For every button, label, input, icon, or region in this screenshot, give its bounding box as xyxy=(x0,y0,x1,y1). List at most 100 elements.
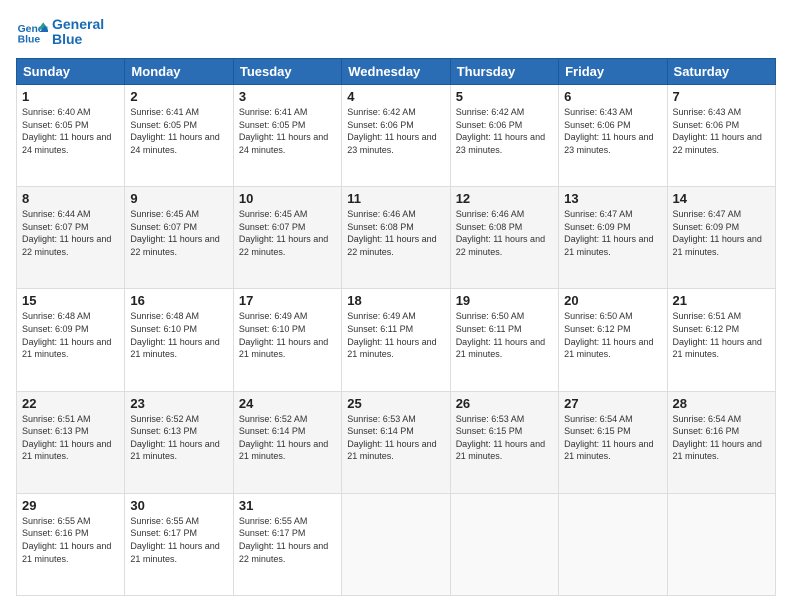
day-number: 11 xyxy=(347,191,444,206)
calendar-cell xyxy=(450,493,558,595)
calendar-cell: 11 Sunrise: 6:46 AM Sunset: 6:08 PM Dayl… xyxy=(342,187,450,289)
calendar-cell: 25 Sunrise: 6:53 AM Sunset: 6:14 PM Dayl… xyxy=(342,391,450,493)
calendar-cell: 28 Sunrise: 6:54 AM Sunset: 6:16 PM Dayl… xyxy=(667,391,775,493)
day-number: 13 xyxy=(564,191,661,206)
day-number: 1 xyxy=(22,89,119,104)
day-number: 20 xyxy=(564,293,661,308)
day-info: Sunrise: 6:43 AM Sunset: 6:06 PM Dayligh… xyxy=(564,106,661,156)
column-header-thursday: Thursday xyxy=(450,59,558,85)
day-info: Sunrise: 6:47 AM Sunset: 6:09 PM Dayligh… xyxy=(673,208,770,258)
svg-text:Blue: Blue xyxy=(18,34,41,45)
day-info: Sunrise: 6:48 AM Sunset: 6:09 PM Dayligh… xyxy=(22,310,119,360)
day-info: Sunrise: 6:54 AM Sunset: 6:15 PM Dayligh… xyxy=(564,413,661,463)
calendar-cell: 6 Sunrise: 6:43 AM Sunset: 6:06 PM Dayli… xyxy=(559,85,667,187)
calendar-cell: 30 Sunrise: 6:55 AM Sunset: 6:17 PM Dayl… xyxy=(125,493,233,595)
day-info: Sunrise: 6:45 AM Sunset: 6:07 PM Dayligh… xyxy=(239,208,336,258)
calendar-cell: 23 Sunrise: 6:52 AM Sunset: 6:13 PM Dayl… xyxy=(125,391,233,493)
calendar-week-3: 15 Sunrise: 6:48 AM Sunset: 6:09 PM Dayl… xyxy=(17,289,776,391)
calendar-body: 1 Sunrise: 6:40 AM Sunset: 6:05 PM Dayli… xyxy=(17,85,776,596)
calendar-cell: 21 Sunrise: 6:51 AM Sunset: 6:12 PM Dayl… xyxy=(667,289,775,391)
day-number: 2 xyxy=(130,89,227,104)
page: General Blue General Blue SundayMondayTu… xyxy=(0,0,792,612)
day-number: 21 xyxy=(673,293,770,308)
day-number: 16 xyxy=(130,293,227,308)
day-info: Sunrise: 6:46 AM Sunset: 6:08 PM Dayligh… xyxy=(456,208,553,258)
column-header-wednesday: Wednesday xyxy=(342,59,450,85)
day-info: Sunrise: 6:50 AM Sunset: 6:11 PM Dayligh… xyxy=(456,310,553,360)
day-info: Sunrise: 6:55 AM Sunset: 6:17 PM Dayligh… xyxy=(239,515,336,565)
day-info: Sunrise: 6:41 AM Sunset: 6:05 PM Dayligh… xyxy=(130,106,227,156)
calendar-cell: 9 Sunrise: 6:45 AM Sunset: 6:07 PM Dayli… xyxy=(125,187,233,289)
calendar-cell: 4 Sunrise: 6:42 AM Sunset: 6:06 PM Dayli… xyxy=(342,85,450,187)
header: General Blue General Blue xyxy=(16,16,776,48)
calendar-table: SundayMondayTuesdayWednesdayThursdayFrid… xyxy=(16,58,776,596)
day-number: 9 xyxy=(130,191,227,206)
day-info: Sunrise: 6:42 AM Sunset: 6:06 PM Dayligh… xyxy=(456,106,553,156)
day-info: Sunrise: 6:41 AM Sunset: 6:05 PM Dayligh… xyxy=(239,106,336,156)
calendar-week-2: 8 Sunrise: 6:44 AM Sunset: 6:07 PM Dayli… xyxy=(17,187,776,289)
day-info: Sunrise: 6:55 AM Sunset: 6:16 PM Dayligh… xyxy=(22,515,119,565)
day-number: 5 xyxy=(456,89,553,104)
calendar-cell: 3 Sunrise: 6:41 AM Sunset: 6:05 PM Dayli… xyxy=(233,85,341,187)
calendar-cell: 12 Sunrise: 6:46 AM Sunset: 6:08 PM Dayl… xyxy=(450,187,558,289)
logo-text: General Blue xyxy=(52,17,104,48)
day-info: Sunrise: 6:46 AM Sunset: 6:08 PM Dayligh… xyxy=(347,208,444,258)
day-number: 25 xyxy=(347,396,444,411)
day-number: 8 xyxy=(22,191,119,206)
day-info: Sunrise: 6:54 AM Sunset: 6:16 PM Dayligh… xyxy=(673,413,770,463)
calendar-cell: 14 Sunrise: 6:47 AM Sunset: 6:09 PM Dayl… xyxy=(667,187,775,289)
day-info: Sunrise: 6:48 AM Sunset: 6:10 PM Dayligh… xyxy=(130,310,227,360)
calendar-cell: 1 Sunrise: 6:40 AM Sunset: 6:05 PM Dayli… xyxy=(17,85,125,187)
calendar-header-row: SundayMondayTuesdayWednesdayThursdayFrid… xyxy=(17,59,776,85)
day-number: 22 xyxy=(22,396,119,411)
day-number: 29 xyxy=(22,498,119,513)
calendar-week-5: 29 Sunrise: 6:55 AM Sunset: 6:16 PM Dayl… xyxy=(17,493,776,595)
day-number: 17 xyxy=(239,293,336,308)
column-header-monday: Monday xyxy=(125,59,233,85)
calendar-cell: 15 Sunrise: 6:48 AM Sunset: 6:09 PM Dayl… xyxy=(17,289,125,391)
calendar-cell: 2 Sunrise: 6:41 AM Sunset: 6:05 PM Dayli… xyxy=(125,85,233,187)
day-info: Sunrise: 6:47 AM Sunset: 6:09 PM Dayligh… xyxy=(564,208,661,258)
day-info: Sunrise: 6:52 AM Sunset: 6:13 PM Dayligh… xyxy=(130,413,227,463)
calendar-cell: 10 Sunrise: 6:45 AM Sunset: 6:07 PM Dayl… xyxy=(233,187,341,289)
calendar-cell: 20 Sunrise: 6:50 AM Sunset: 6:12 PM Dayl… xyxy=(559,289,667,391)
day-number: 12 xyxy=(456,191,553,206)
day-info: Sunrise: 6:53 AM Sunset: 6:14 PM Dayligh… xyxy=(347,413,444,463)
day-info: Sunrise: 6:55 AM Sunset: 6:17 PM Dayligh… xyxy=(130,515,227,565)
calendar-week-4: 22 Sunrise: 6:51 AM Sunset: 6:13 PM Dayl… xyxy=(17,391,776,493)
calendar-cell: 7 Sunrise: 6:43 AM Sunset: 6:06 PM Dayli… xyxy=(667,85,775,187)
logo: General Blue General Blue xyxy=(16,16,104,48)
column-header-friday: Friday xyxy=(559,59,667,85)
day-info: Sunrise: 6:45 AM Sunset: 6:07 PM Dayligh… xyxy=(130,208,227,258)
day-number: 28 xyxy=(673,396,770,411)
calendar-cell: 29 Sunrise: 6:55 AM Sunset: 6:16 PM Dayl… xyxy=(17,493,125,595)
day-number: 31 xyxy=(239,498,336,513)
calendar-cell: 17 Sunrise: 6:49 AM Sunset: 6:10 PM Dayl… xyxy=(233,289,341,391)
calendar-cell: 13 Sunrise: 6:47 AM Sunset: 6:09 PM Dayl… xyxy=(559,187,667,289)
calendar-cell: 18 Sunrise: 6:49 AM Sunset: 6:11 PM Dayl… xyxy=(342,289,450,391)
day-info: Sunrise: 6:52 AM Sunset: 6:14 PM Dayligh… xyxy=(239,413,336,463)
day-info: Sunrise: 6:50 AM Sunset: 6:12 PM Dayligh… xyxy=(564,310,661,360)
day-info: Sunrise: 6:43 AM Sunset: 6:06 PM Dayligh… xyxy=(673,106,770,156)
day-info: Sunrise: 6:44 AM Sunset: 6:07 PM Dayligh… xyxy=(22,208,119,258)
column-header-sunday: Sunday xyxy=(17,59,125,85)
day-number: 18 xyxy=(347,293,444,308)
calendar-cell: 22 Sunrise: 6:51 AM Sunset: 6:13 PM Dayl… xyxy=(17,391,125,493)
day-info: Sunrise: 6:42 AM Sunset: 6:06 PM Dayligh… xyxy=(347,106,444,156)
calendar-cell: 19 Sunrise: 6:50 AM Sunset: 6:11 PM Dayl… xyxy=(450,289,558,391)
day-number: 24 xyxy=(239,396,336,411)
day-info: Sunrise: 6:53 AM Sunset: 6:15 PM Dayligh… xyxy=(456,413,553,463)
day-number: 14 xyxy=(673,191,770,206)
day-number: 27 xyxy=(564,396,661,411)
calendar-cell xyxy=(342,493,450,595)
day-number: 19 xyxy=(456,293,553,308)
day-number: 6 xyxy=(564,89,661,104)
logo-icon: General Blue xyxy=(16,16,48,48)
calendar-week-1: 1 Sunrise: 6:40 AM Sunset: 6:05 PM Dayli… xyxy=(17,85,776,187)
calendar-cell: 27 Sunrise: 6:54 AM Sunset: 6:15 PM Dayl… xyxy=(559,391,667,493)
day-number: 10 xyxy=(239,191,336,206)
day-number: 23 xyxy=(130,396,227,411)
day-info: Sunrise: 6:49 AM Sunset: 6:11 PM Dayligh… xyxy=(347,310,444,360)
day-info: Sunrise: 6:51 AM Sunset: 6:12 PM Dayligh… xyxy=(673,310,770,360)
day-info: Sunrise: 6:40 AM Sunset: 6:05 PM Dayligh… xyxy=(22,106,119,156)
